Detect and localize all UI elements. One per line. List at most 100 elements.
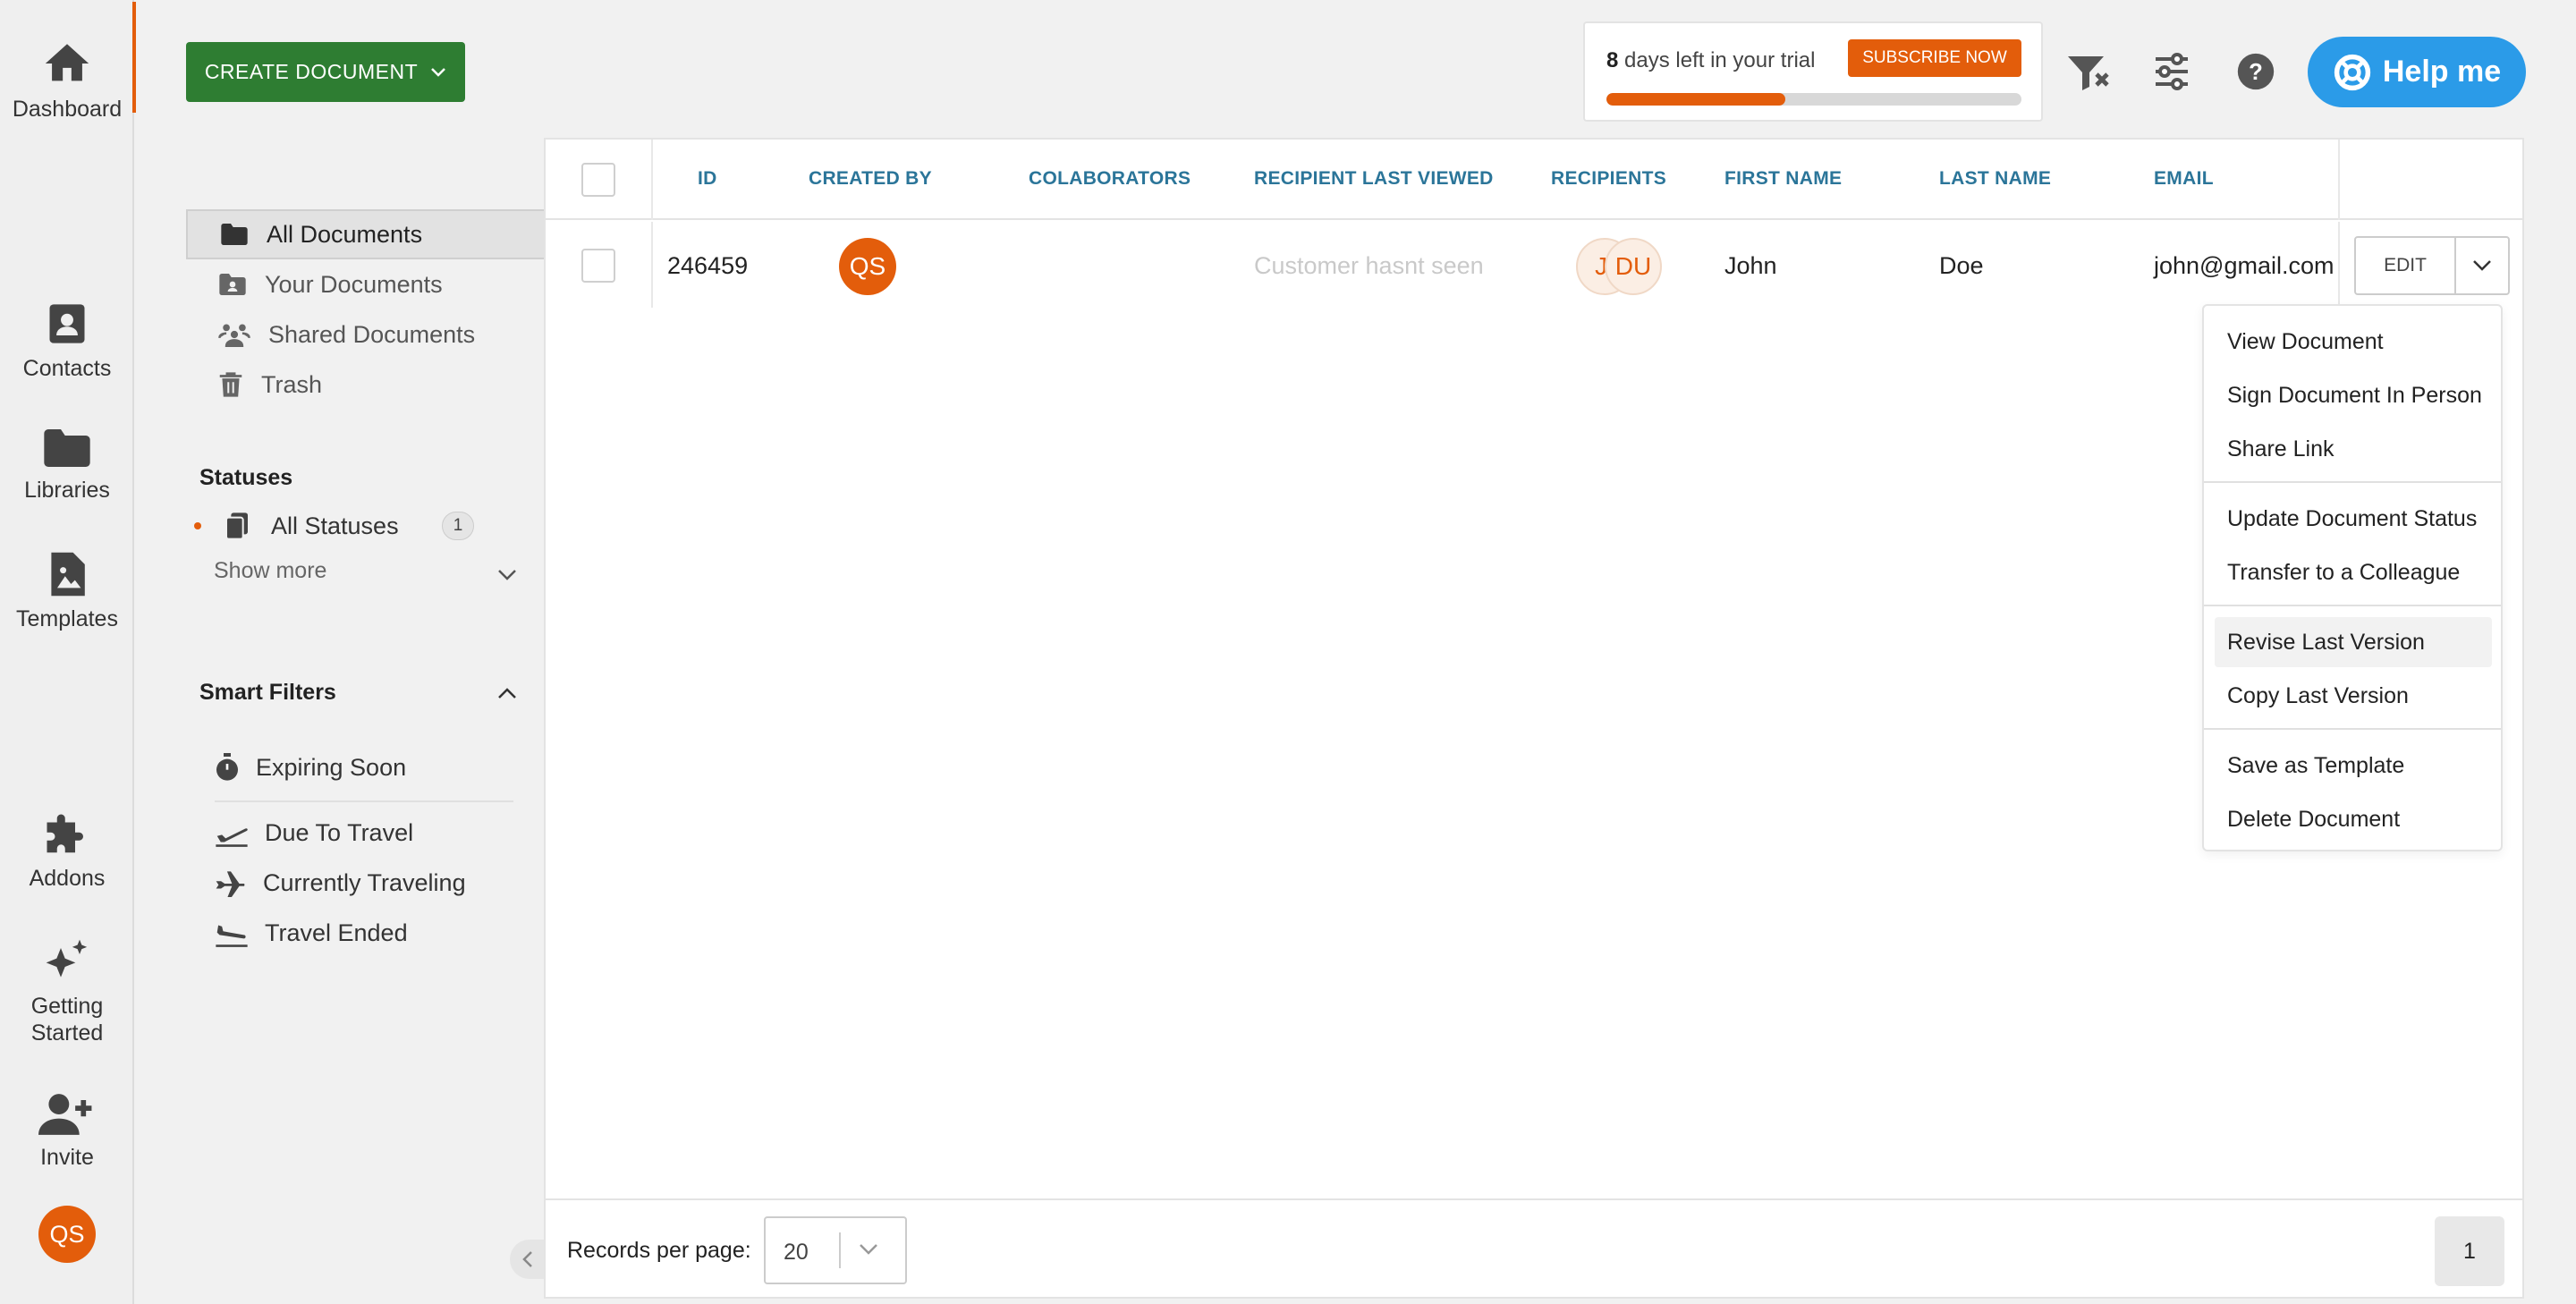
contacts-icon bbox=[49, 304, 85, 343]
column-separator bbox=[651, 222, 653, 308]
shared-users-icon bbox=[218, 324, 250, 347]
menu-item-view-document[interactable]: View Document bbox=[2215, 317, 2492, 367]
recipient-avatar: DU bbox=[1605, 238, 1662, 295]
creator-avatar: QS bbox=[839, 238, 896, 295]
stopwatch-icon bbox=[216, 753, 238, 781]
menu-item-revise-last-version[interactable]: Revise Last Version bbox=[2215, 617, 2492, 667]
trash-icon bbox=[219, 372, 242, 397]
menu-item-share-link[interactable]: Share Link bbox=[2215, 424, 2492, 474]
chevron-down-icon[interactable] bbox=[497, 569, 517, 581]
puzzle-icon bbox=[47, 814, 83, 853]
table-header: ID CREATED BY COLABORATORS RECIPIENT LAS… bbox=[546, 140, 2522, 220]
smart-filter-currently-traveling[interactable]: Currently Traveling bbox=[215, 869, 466, 897]
folder-icon bbox=[221, 224, 248, 245]
add-user-icon bbox=[38, 1094, 92, 1135]
home-icon bbox=[45, 44, 89, 81]
user-avatar[interactable]: QS bbox=[38, 1206, 96, 1263]
sparkle-icon bbox=[46, 939, 88, 978]
settings-sliders-icon[interactable] bbox=[2150, 50, 2193, 93]
user-folder-icon bbox=[219, 274, 246, 295]
records-per-page-label: Records per page: bbox=[567, 1238, 751, 1263]
smart-filter-label: Expiring Soon bbox=[256, 753, 407, 781]
column-separator bbox=[2338, 222, 2340, 308]
rail-item-templates[interactable]: Templates bbox=[0, 549, 134, 632]
header-email[interactable]: EMAIL bbox=[2154, 168, 2214, 190]
rail-item-dashboard[interactable]: Dashboard bbox=[0, 2, 136, 123]
show-more-link[interactable]: Show more bbox=[214, 558, 326, 584]
menu-item-update-status[interactable]: Update Document Status bbox=[2215, 494, 2492, 544]
filter-icon[interactable] bbox=[2066, 52, 2113, 93]
menu-item-delete-document[interactable]: Delete Document bbox=[2215, 794, 2492, 844]
row-checkbox[interactable] bbox=[581, 249, 615, 283]
menu-divider bbox=[2204, 481, 2501, 483]
menu-item-save-as-template[interactable]: Save as Template bbox=[2215, 741, 2492, 791]
chevron-left-icon bbox=[522, 1251, 532, 1267]
collapse-sidebar-button[interactable] bbox=[510, 1240, 546, 1279]
rail-item-getting-started[interactable]: Getting Started bbox=[0, 936, 134, 1046]
chevron-up-icon[interactable] bbox=[497, 687, 517, 699]
app-rail: Dashboard Contacts Libraries Templates A… bbox=[0, 0, 136, 1304]
smart-filter-divider bbox=[215, 800, 513, 802]
cell-id: 246459 bbox=[667, 252, 749, 279]
header-colaborators[interactable]: COLABORATORS bbox=[1029, 168, 1191, 190]
folder-shared-documents[interactable]: Shared Documents bbox=[186, 309, 544, 360]
rail-label: Addons bbox=[29, 866, 106, 891]
help-me-button[interactable]: Help me bbox=[2308, 37, 2526, 107]
select-separator bbox=[839, 1232, 841, 1268]
folder-your-documents[interactable]: Your Documents bbox=[186, 259, 544, 309]
header-recipient-last-viewed[interactable]: RECIPIENT LAST VIEWED bbox=[1254, 168, 1494, 190]
folder-label: All Documents bbox=[267, 220, 423, 248]
status-all[interactable]: All Statuses 1 bbox=[186, 506, 526, 546]
document-folders: All Documents Your Documents Shared Docu… bbox=[186, 209, 544, 410]
menu-item-sign-in-person[interactable]: Sign Document In Person bbox=[2215, 370, 2492, 420]
rail-item-invite[interactable]: Invite bbox=[0, 1091, 134, 1171]
smart-filter-label: Travel Ended bbox=[265, 919, 408, 946]
table-footer: Records per page: 20 1 bbox=[546, 1198, 2522, 1299]
smart-filter-expiring-soon[interactable]: Expiring Soon bbox=[215, 753, 406, 782]
rail-item-addons[interactable]: Addons bbox=[0, 810, 134, 892]
header-id[interactable]: ID bbox=[698, 168, 717, 190]
folder-trash[interactable]: Trash bbox=[186, 360, 544, 410]
template-icon bbox=[51, 552, 85, 597]
smart-filter-label: Due To Travel bbox=[265, 819, 414, 846]
menu-item-transfer-colleague[interactable]: Transfer to a Colleague bbox=[2215, 547, 2492, 597]
trial-progress-bar bbox=[1606, 93, 2021, 106]
chevron-down-icon bbox=[431, 67, 446, 77]
smart-filters-title: Smart Filters bbox=[199, 680, 336, 705]
header-first-name[interactable]: FIRST NAME bbox=[1724, 168, 1842, 190]
rail-item-contacts[interactable]: Contacts bbox=[0, 299, 134, 382]
menu-item-copy-last-version[interactable]: Copy Last Version bbox=[2215, 671, 2492, 721]
row-actions-dropdown-button[interactable] bbox=[2454, 236, 2510, 295]
folder-label: Shared Documents bbox=[268, 320, 476, 348]
rail-label: Dashboard bbox=[12, 97, 123, 122]
header-last-name[interactable]: LAST NAME bbox=[1939, 168, 2051, 190]
plane-icon bbox=[216, 870, 245, 897]
records-per-page-value: 20 bbox=[784, 1240, 809, 1265]
header-recipients[interactable]: RECIPIENTS bbox=[1551, 168, 1666, 190]
rail-label: Getting bbox=[30, 994, 104, 1019]
smart-filter-label: Currently Traveling bbox=[263, 869, 466, 896]
menu-divider bbox=[2204, 605, 2501, 606]
plane-arrival-icon bbox=[216, 925, 248, 947]
folder-icon bbox=[44, 429, 90, 467]
subscribe-now-button[interactable]: SUBSCRIBE NOW bbox=[1848, 39, 2021, 77]
help-circle-icon[interactable]: ? bbox=[2236, 52, 2275, 91]
row-actions-menu: View Document Sign Document In Person Sh… bbox=[2202, 304, 2503, 851]
edit-button[interactable]: EDIT bbox=[2354, 236, 2456, 295]
records-per-page-select[interactable]: 20 bbox=[764, 1216, 907, 1284]
cell-recipient-last-viewed: Customer hasnt seen bbox=[1254, 252, 1484, 279]
status-count-badge: 1 bbox=[442, 512, 474, 540]
chevron-down-icon bbox=[860, 1244, 877, 1255]
plane-departure-icon bbox=[216, 827, 248, 847]
create-document-label: CREATE DOCUMENT bbox=[204, 60, 419, 83]
smart-filter-travel-ended[interactable]: Travel Ended bbox=[215, 919, 408, 947]
cell-email: john@gmail.com bbox=[2154, 252, 2334, 279]
folder-all-documents[interactable]: All Documents bbox=[186, 209, 544, 259]
select-all-checkbox[interactable] bbox=[581, 163, 615, 197]
header-created-by[interactable]: CREATED BY bbox=[809, 168, 932, 190]
create-document-button[interactable]: CREATE DOCUMENT bbox=[186, 42, 465, 102]
rail-item-libraries[interactable]: Libraries bbox=[0, 426, 134, 504]
folder-label: Trash bbox=[261, 370, 323, 398]
page-button-1[interactable]: 1 bbox=[2435, 1216, 2504, 1286]
smart-filter-due-to-travel[interactable]: Due To Travel bbox=[215, 819, 413, 847]
